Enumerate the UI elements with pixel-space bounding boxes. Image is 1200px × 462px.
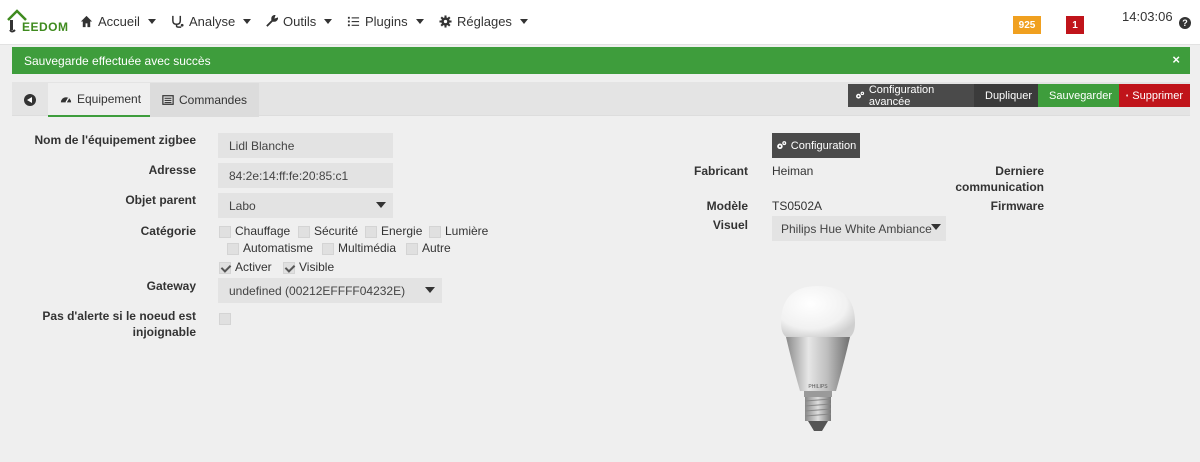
close-icon[interactable]: ×: [1172, 52, 1180, 67]
tab-commandes-label: Commandes: [179, 93, 248, 107]
configuration-button[interactable]: Configuration: [772, 133, 860, 158]
tab-equipement-label: Equipement: [77, 92, 142, 106]
no-alert-checkbox[interactable]: [219, 313, 231, 325]
category-label-automatisme: Automatisme: [243, 241, 314, 255]
gear-icon: [439, 15, 452, 28]
duplicate-label: Dupliquer: [985, 89, 1033, 102]
nav-reglages[interactable]: Réglages: [439, 14, 528, 29]
nav-analyse[interactable]: Analyse: [171, 14, 252, 29]
activate-label: Activer: [235, 260, 272, 274]
visual-select[interactable]: Philips Hue White Ambiance: [772, 216, 946, 241]
save-button[interactable]: Sauvegarder: [1038, 84, 1119, 107]
manufacturer-label: Fabricant: [693, 164, 748, 178]
delete-label: Supprimer: [1132, 89, 1183, 102]
list-icon: [162, 95, 174, 105]
chevron-down-icon: [376, 202, 386, 208]
clock: 14:03:06: [1122, 9, 1173, 24]
category-label-energie: Energie: [381, 224, 423, 238]
category-label-lumiere: Lumière: [445, 224, 489, 238]
address-label: Adresse: [148, 163, 196, 177]
nav-plugins[interactable]: Plugins: [347, 14, 424, 29]
chevron-down-icon: [425, 287, 435, 293]
name-input[interactable]: Lidl Blanche: [218, 133, 393, 158]
home-icon: [80, 15, 93, 28]
message-count-badge[interactable]: 925: [1013, 16, 1041, 34]
configuration-button-label: Configuration: [790, 139, 857, 152]
bulb-brand-text: PHILIPS: [808, 384, 828, 390]
category-checkbox-multimedia[interactable]: [322, 243, 334, 255]
stethoscope-icon: [172, 15, 184, 28]
gears-icon: [856, 91, 865, 99]
category-checkbox-chauffage[interactable]: [219, 226, 231, 238]
top-navbar: EEDOM Accueil Analyse Outils Plugins Rég…: [0, 0, 1200, 45]
model-value: TS0502A: [772, 199, 823, 213]
tachometer-icon: [60, 97, 72, 103]
back-arrow-icon[interactable]: [24, 94, 36, 106]
tab-equipement[interactable]: Equipement: [48, 83, 154, 117]
nav-plugins-label: Plugins: [365, 14, 408, 29]
jeedom-logo[interactable]: EEDOM: [6, 8, 69, 36]
duplicate-button[interactable]: Dupliquer: [974, 84, 1038, 107]
bulb-image: PHILIPS: [781, 286, 855, 431]
gateway-select-value: undefined (00212EFFFF04232E): [229, 283, 406, 298]
nav-analyse-label: Analyse: [189, 14, 236, 29]
alert-message: Sauvegarde effectuée avec succès: [24, 53, 211, 68]
category-label-securite: Sécurité: [314, 224, 359, 238]
name-label: Nom de l'équipement zigbee: [34, 133, 196, 147]
advanced-config-label: Configuration avancée: [868, 83, 935, 108]
visual-select-value: Philips Hue White Ambiance: [781, 221, 932, 236]
nav-outils[interactable]: Outils: [265, 14, 333, 29]
no-alert-label-line1: Pas d'alerte si le noeud est: [42, 309, 196, 323]
category-label: Catégorie: [140, 224, 196, 238]
visible-label: Visible: [299, 260, 335, 274]
activate-checkbox[interactable]: [219, 262, 231, 274]
category-checkbox-autre[interactable]: [406, 243, 418, 255]
parent-select-value: Labo: [229, 198, 256, 213]
delete-button[interactable]: Supprimer: [1119, 84, 1190, 107]
firmware-label: Firmware: [990, 199, 1044, 213]
chevron-down-icon: [931, 224, 941, 230]
alert-count-badge[interactable]: 1: [1066, 16, 1084, 34]
category-label-chauffage: Chauffage: [235, 224, 291, 238]
help-icon[interactable]: ?: [1179, 17, 1191, 29]
manufacturer-value: Heiman: [772, 164, 814, 178]
gateway-label: Gateway: [146, 279, 196, 293]
last-comm-label-line2: communication: [955, 180, 1044, 194]
minus-circle-icon: [1126, 94, 1129, 97]
tab-commandes[interactable]: Commandes: [150, 83, 260, 117]
model-label: Modèle: [706, 199, 748, 213]
nav-outils-label: Outils: [283, 14, 317, 29]
gears-icon: [776, 141, 786, 150]
category-label-autre: Autre: [422, 241, 451, 255]
address-input[interactable]: 84:2e:14:ff:fe:20:85:c1: [218, 163, 393, 188]
category-checkbox-securite[interactable]: [298, 226, 310, 238]
nav-accueil-label: Accueil: [98, 14, 140, 29]
wrench-icon: [266, 15, 278, 27]
visible-checkbox[interactable]: [283, 262, 295, 274]
category-checkbox-lumiere[interactable]: [429, 226, 441, 238]
last-comm-label-line1: Derniere: [995, 164, 1044, 178]
nav-accueil[interactable]: Accueil: [80, 14, 156, 29]
category-checkbox-automatisme[interactable]: [227, 243, 239, 255]
chevron-down-icon: [243, 19, 252, 24]
save-label: Sauvegarder: [1049, 89, 1112, 102]
nav-reglages-label: Réglages: [457, 14, 512, 29]
visual-label: Visuel: [712, 218, 748, 232]
chevron-down-icon: [324, 19, 333, 24]
gateway-select[interactable]: undefined (00212EFFFF04232E): [218, 278, 442, 303]
advanced-config-button[interactable]: Configuration avancée: [848, 83, 974, 108]
no-alert-label-line2: injoignable: [132, 325, 196, 339]
category-checkbox-energie[interactable]: [365, 226, 377, 238]
tasks-icon: [347, 16, 360, 27]
chevron-down-icon: [415, 19, 424, 24]
chevron-down-icon: [519, 19, 528, 24]
parent-select[interactable]: Labo: [218, 193, 393, 218]
success-alert: Sauvegarde effectuée avec succès ×: [12, 47, 1190, 74]
logo-text: EEDOM: [22, 20, 69, 34]
parent-label: Objet parent: [125, 193, 196, 207]
chevron-down-icon: [147, 19, 156, 24]
category-label-multimedia: Multimédia: [338, 241, 397, 255]
